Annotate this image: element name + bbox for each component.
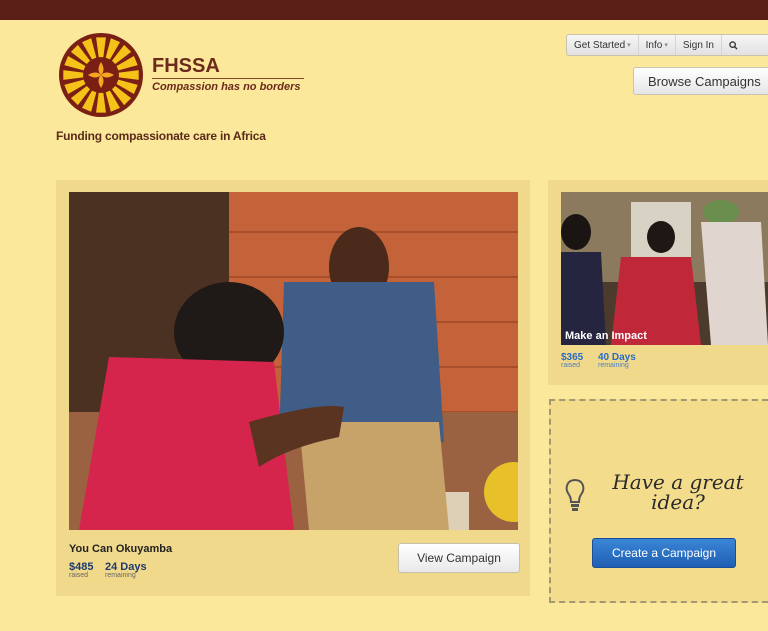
idea-line1: Have a great <box>612 470 744 494</box>
top-nav: Get Started ▾ Info ▾ Sign In <box>566 34 768 56</box>
brand-name: FHSSA <box>152 55 220 77</box>
nav-label: Info <box>645 39 663 51</box>
nav-search[interactable] <box>722 35 745 55</box>
site-tagline: Funding compassionate care in Africa <box>56 129 266 143</box>
nav-sign-in[interactable]: Sign In <box>676 35 722 55</box>
side-campaign-photo[interactable] <box>561 192 768 345</box>
chevron-down-icon: ▾ <box>664 42 668 49</box>
side-campaign-title[interactable]: Make an Impact <box>565 330 647 342</box>
raised-label: raised <box>561 362 581 369</box>
browse-campaigns-button[interactable]: Browse Campaigns <box>633 67 768 95</box>
featured-days: 24 Days remaining <box>105 561 147 579</box>
nav-label: Sign In <box>682 39 714 51</box>
featured-raised: $485 raised <box>69 561 93 579</box>
idea-heading: Have a great idea? <box>603 472 753 512</box>
featured-campaign-photo[interactable] <box>69 192 518 530</box>
idea-line2: idea? <box>651 490 705 514</box>
brand-rule <box>152 78 304 79</box>
lightbulb-icon <box>565 478 585 511</box>
top-bar <box>0 0 768 20</box>
fhssa-logo <box>59 33 143 117</box>
nav-get-started[interactable]: Get Started ▾ <box>567 35 639 55</box>
view-campaign-button[interactable]: View Campaign <box>398 543 520 573</box>
nav-info[interactable]: Info ▾ <box>639 35 676 55</box>
brand: FHSSA Compassion has no borders <box>152 56 304 93</box>
side-days: 40 Days remaining <box>598 352 636 369</box>
search-icon <box>729 40 738 50</box>
nav-label: Get Started <box>574 39 626 51</box>
create-campaign-button[interactable]: Create a Campaign <box>592 538 736 568</box>
side-raised: $365 raised <box>561 352 583 369</box>
featured-campaign-title[interactable]: You Can Okuyamba <box>69 543 172 555</box>
days-label: remaining <box>598 362 629 369</box>
days-label: remaining <box>105 572 136 579</box>
raised-label: raised <box>69 572 89 579</box>
chevron-down-icon: ▾ <box>627 42 631 49</box>
brand-slogan: Compassion has no borders <box>152 81 301 93</box>
